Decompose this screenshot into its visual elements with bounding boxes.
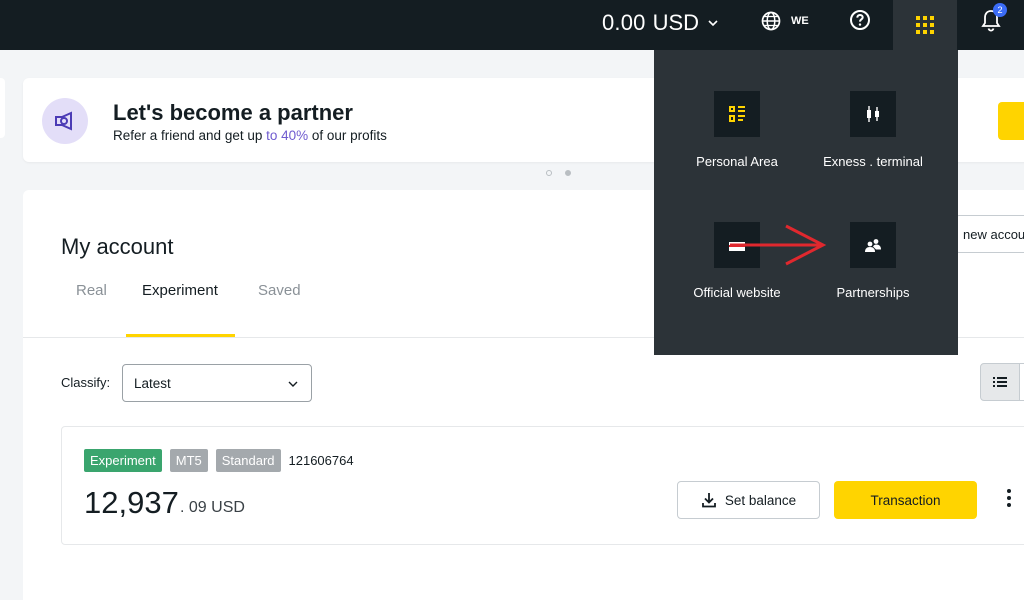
top-bar: 0.00 USD WE 2 (0, 0, 1024, 50)
app-label: Personal Area (696, 154, 778, 169)
list-icon (993, 377, 1007, 387)
account-badges: Experiment MT5 Standard 121606764 (84, 449, 354, 472)
app-personal-area[interactable]: Personal Area (669, 91, 805, 169)
apps-menu-button[interactable] (893, 0, 957, 50)
set-balance-label: Set balance (724, 492, 797, 508)
account-class-badge: Standard (215, 449, 281, 472)
balance-currency: USD (652, 10, 700, 35)
chevron-down-icon (708, 20, 718, 27)
carousel-dot[interactable] (546, 170, 552, 176)
app-label: Exness . terminal (823, 154, 923, 169)
banner-cta-button[interactable] (998, 102, 1024, 140)
open-new-account-button[interactable]: new accou (955, 215, 1024, 253)
megaphone-icon (55, 111, 72, 131)
left-panel-edge (0, 78, 5, 138)
set-balance-button[interactable]: Set balance (677, 481, 820, 519)
globe-icon (761, 11, 781, 31)
banner-subtitle-highlight: to 40% (266, 128, 309, 143)
apps-dropdown: Personal Area Exness . terminal Official… (654, 50, 958, 355)
download-icon (701, 493, 716, 508)
candlestick-icon (850, 91, 896, 137)
app-label: Partnerships (836, 285, 910, 300)
grid-view-button[interactable] (1019, 363, 1024, 401)
banner-subtitle-start: Refer a friend and get up (113, 128, 267, 143)
platform-badge: MT5 (169, 449, 208, 472)
balance-amount: 0.00 (602, 10, 646, 35)
tab-real[interactable]: Real (76, 282, 107, 299)
account-balance-fraction: . 09 USD (180, 499, 245, 516)
account-row: Experiment MT5 Standard 121606764 12,937… (61, 426, 1024, 545)
banner-subtitle: Refer a friend and get up to 40% of our … (113, 128, 387, 143)
notification-count-badge: 2 (993, 3, 1007, 17)
banner-title: Let's become a partner (113, 100, 353, 125)
app-exness-terminal[interactable]: Exness . terminal (805, 91, 941, 169)
banner-subtitle-end: of our profits (308, 128, 387, 143)
tab-saved[interactable]: Saved (258, 282, 301, 299)
classify-label: Classify: (61, 375, 111, 390)
account-balance-whole: 12,937 (84, 485, 179, 520)
language-selector[interactable]: WE (760, 10, 809, 32)
carousel-dot-active[interactable] (565, 170, 571, 176)
red-arrow-annotation (730, 224, 827, 266)
help-button[interactable] (848, 8, 872, 37)
personal-area-icon (714, 91, 760, 137)
help-icon (850, 10, 870, 30)
partners-icon (850, 222, 896, 268)
list-view-button[interactable] (980, 363, 1020, 401)
language-code: WE (791, 15, 809, 27)
account-number: 121606764 (288, 453, 354, 468)
transaction-label: Transaction (870, 492, 941, 508)
carousel-dots (546, 170, 571, 176)
balance-dropdown[interactable]: 0.00 USD (602, 8, 719, 38)
app-label: Official website (693, 285, 781, 300)
apps-grid-icon (916, 16, 934, 34)
chevron-down-icon (288, 381, 298, 387)
page-title: My account (61, 234, 174, 259)
banner-icon-circle (42, 98, 88, 144)
account-type-badge: Experiment (84, 449, 162, 472)
tab-experiment[interactable]: Experiment (142, 282, 218, 299)
classify-select[interactable]: Latest (122, 364, 312, 402)
more-options-icon[interactable] (1007, 489, 1011, 507)
classify-value: Latest (134, 376, 171, 391)
transaction-button[interactable]: Transaction (834, 481, 977, 519)
